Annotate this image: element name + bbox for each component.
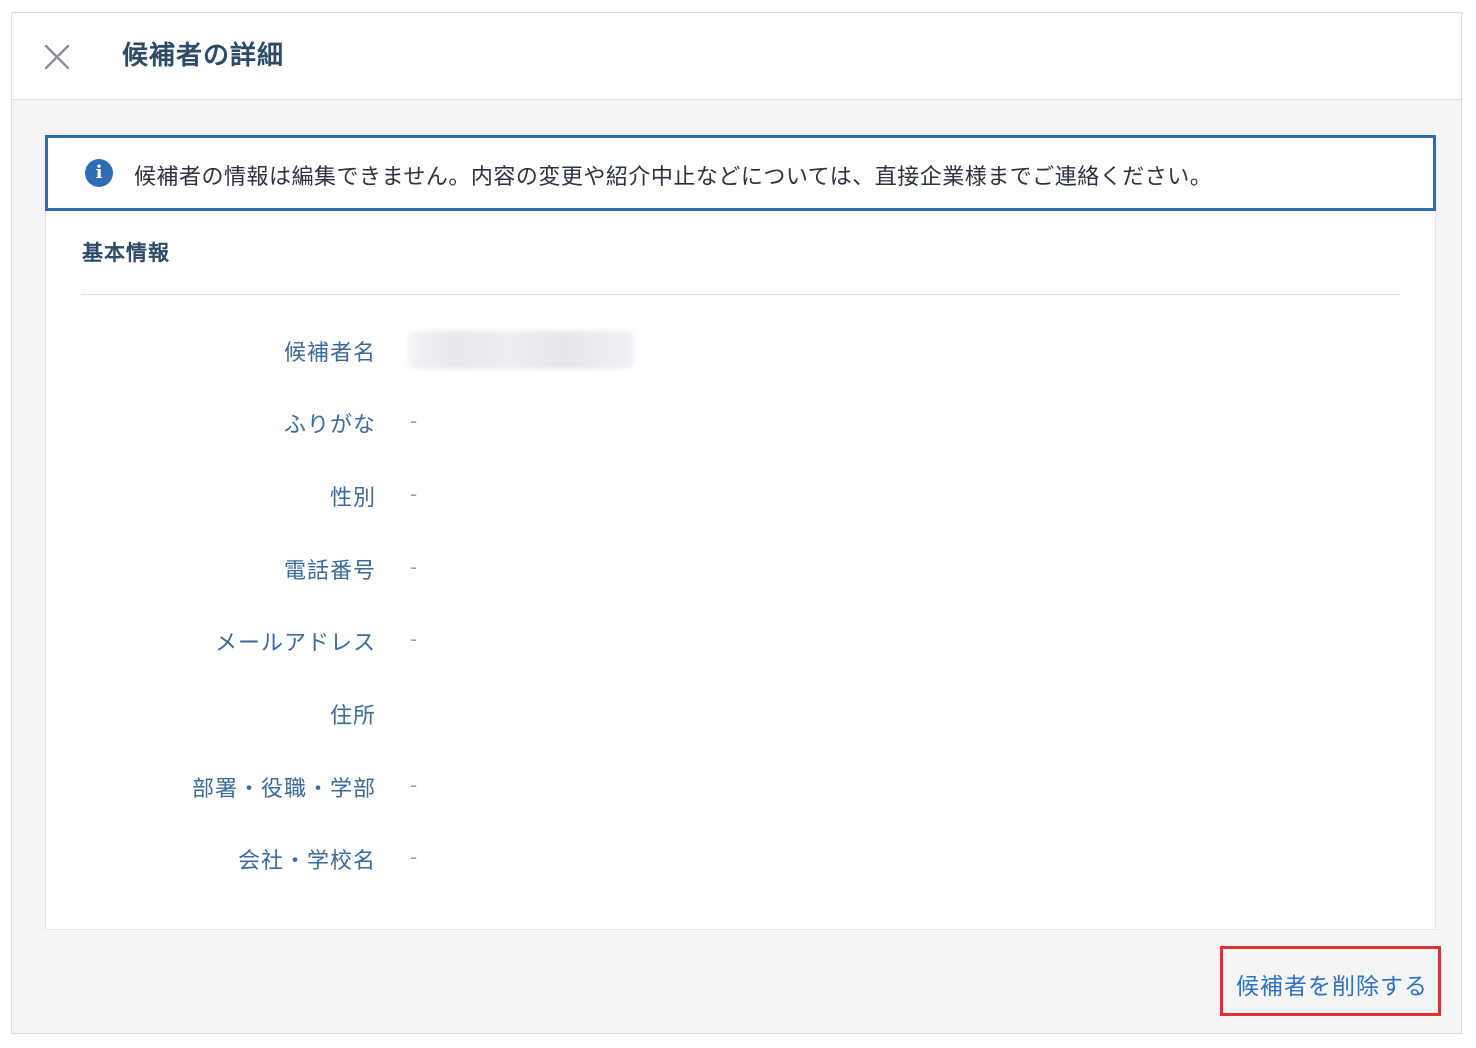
field-label: 住所 — [329, 704, 376, 729]
candidate-detail-dialog: 候補者の詳細 i 候補者の情報は編集できません。内容の変更や紹介中止などについて… — [11, 12, 1462, 1034]
field-value: - — [410, 773, 418, 797]
field-row-email: メールアドレス - — [46, 625, 1435, 665]
field-label: 性別 — [329, 486, 376, 511]
basic-info-card: 基本情報 候補者名 ふりがな - 性別 - 電話番号 - メールアドレス - 住… — [45, 211, 1436, 930]
field-value: - — [410, 555, 418, 579]
blurred-candidate-name — [408, 331, 634, 369]
field-row-address: 住所 — [46, 698, 1435, 738]
field-label: 電話番号 — [283, 559, 376, 584]
field-row-furigana: ふりがな - — [46, 407, 1435, 447]
info-icon: i — [85, 159, 113, 187]
field-label: 候補者名 — [283, 341, 376, 366]
field-row-candidate-name: 候補者名 — [46, 331, 1435, 375]
info-banner-text: 候補者の情報は編集できません。内容の変更や紹介中止などについては、直接企業様まで… — [134, 165, 1213, 190]
section-title: 基本情報 — [82, 241, 170, 265]
field-row-phone: 電話番号 - — [46, 553, 1435, 593]
delete-highlight-box: 候補者を削除する — [1220, 946, 1441, 1016]
close-icon[interactable] — [40, 40, 74, 74]
field-row-company: 会社・学校名 - — [46, 843, 1435, 883]
dialog-title: 候補者の詳細 — [122, 41, 285, 71]
info-banner: i 候補者の情報は編集できません。内容の変更や紹介中止などについては、直接企業様… — [45, 135, 1436, 211]
delete-candidate-button[interactable]: 候補者を削除する — [1236, 967, 1428, 1001]
field-label: 部署・役職・学部 — [191, 777, 376, 802]
field-value: - — [410, 409, 418, 433]
field-value: - — [410, 845, 418, 869]
field-label: ふりがな — [283, 413, 376, 438]
field-label: メールアドレス — [214, 631, 376, 656]
section-divider — [82, 294, 1400, 295]
dialog-header: 候補者の詳細 — [12, 13, 1461, 100]
field-row-gender: 性別 - — [46, 480, 1435, 520]
field-row-department: 部署・役職・学部 - — [46, 771, 1435, 811]
field-value: - — [410, 627, 418, 651]
field-label: 会社・学校名 — [237, 849, 376, 874]
field-value: - — [410, 482, 418, 506]
